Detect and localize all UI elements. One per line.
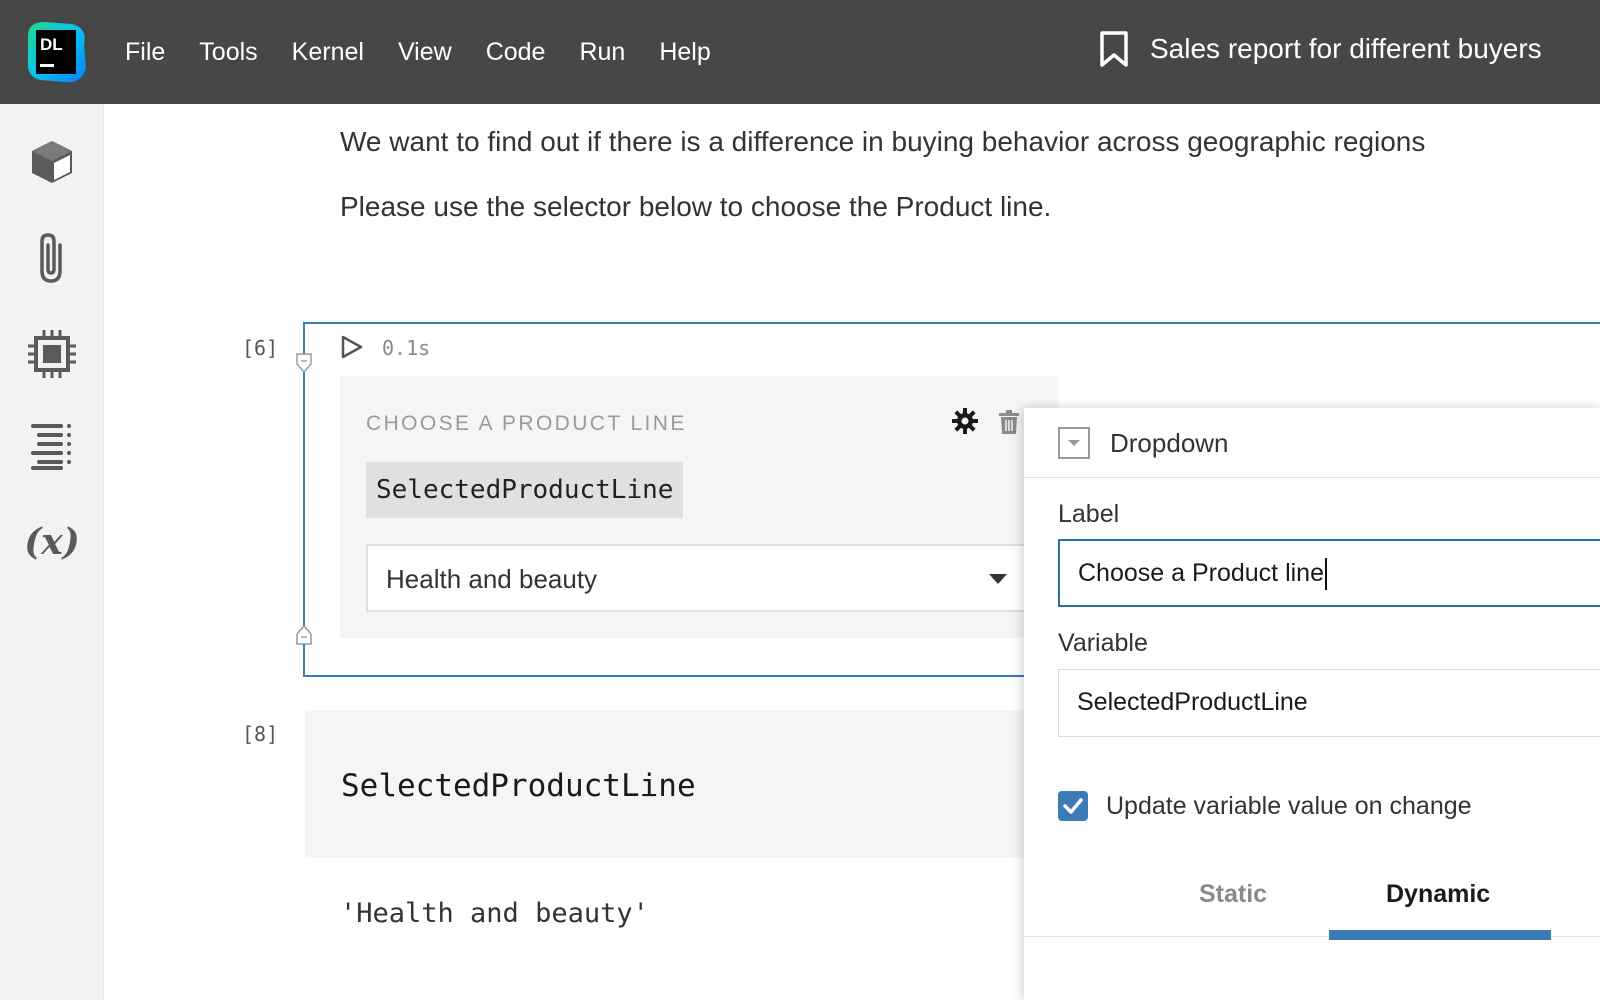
code-text: SelectedProductLine <box>341 768 696 804</box>
label-input-value: Choose a Product line <box>1078 559 1324 587</box>
menu-file[interactable]: File <box>108 38 182 67</box>
label-input[interactable]: Choose a Product line <box>1058 539 1600 607</box>
update-on-change-checkbox[interactable] <box>1058 791 1088 821</box>
update-on-change-label[interactable]: Update variable value on change <box>1106 792 1472 821</box>
variables-icon[interactable]: (x) <box>24 514 80 570</box>
checkmark-icon <box>1063 798 1083 814</box>
variable-input-value: SelectedProductLine <box>1077 688 1308 716</box>
exec-time: 0.1s <box>382 336 431 360</box>
datalore-logo[interactable]: DL <box>22 18 90 86</box>
menu-tools[interactable]: Tools <box>182 38 274 67</box>
menu-run[interactable]: Run <box>562 38 642 67</box>
paperclip-icon[interactable] <box>24 230 80 286</box>
outline-icon[interactable] <box>24 418 80 474</box>
gear-icon[interactable] <box>952 408 978 434</box>
dropdown-widget-icon <box>1058 427 1090 459</box>
run-cell-icon[interactable] <box>340 334 364 360</box>
dropdown-settings-panel: Dropdown Label Choose a Product line Var… <box>1024 408 1600 1000</box>
panel-title: Dropdown <box>1110 428 1229 458</box>
chevron-down-icon <box>989 574 1007 584</box>
product-line-dropdown[interactable]: Health and beauty <box>366 544 1036 612</box>
variable-input[interactable]: SelectedProductLine <box>1058 669 1600 737</box>
top-bar: DL File Tools Kernel View Code Run Help … <box>0 0 1600 104</box>
dropdown-selected-value: Health and beauty <box>386 564 598 594</box>
variables-glyph: (x) <box>24 521 80 563</box>
label-field-label: Label <box>1058 500 1120 528</box>
menu-help[interactable]: Help <box>642 38 727 67</box>
fold-bottom-icon[interactable] <box>295 624 313 646</box>
cell-output: 'Health and beauty' <box>340 898 649 929</box>
menu-bar: File Tools Kernel View Code Run Help <box>108 30 728 74</box>
markdown-text-2: Please use the selector below to choose … <box>340 191 1052 222</box>
markdown-text-1: We want to find out if there is a differ… <box>340 126 1426 157</box>
cell-exec-count-2: [8] <box>242 722 279 746</box>
text-caret <box>1324 558 1327 591</box>
menu-view[interactable]: View <box>381 38 469 67</box>
left-sidebar: (x) <box>0 104 104 1000</box>
document-title[interactable]: Sales report for different buyers <box>1150 33 1542 65</box>
trash-icon[interactable] <box>998 409 1020 435</box>
cell-exec-count: [6] <box>242 336 279 360</box>
widget-label: CHOOSE A PRODUCT LINE <box>366 412 687 435</box>
bookmark-icon[interactable] <box>1098 30 1130 68</box>
variable-field-label: Variable <box>1058 629 1148 657</box>
active-tab-indicator <box>1329 930 1551 940</box>
document-title-area: Sales report for different buyers <box>1098 30 1600 68</box>
cpu-icon[interactable] <box>24 326 80 382</box>
logo-text: DL <box>40 35 63 54</box>
dropdown-widget: CHOOSE A PRODUCT LINE SelectedProductLin… <box>340 376 1058 638</box>
tab-dynamic[interactable]: Dynamic <box>1386 880 1490 909</box>
menu-code[interactable]: Code <box>469 38 563 67</box>
tab-static[interactable]: Static <box>1199 880 1267 909</box>
menu-kernel[interactable]: Kernel <box>275 38 381 67</box>
fold-top-icon[interactable] <box>295 352 313 374</box>
variable-chip: SelectedProductLine <box>366 462 684 518</box>
package-icon[interactable] <box>24 134 80 190</box>
panel-header: Dropdown <box>1024 408 1600 478</box>
